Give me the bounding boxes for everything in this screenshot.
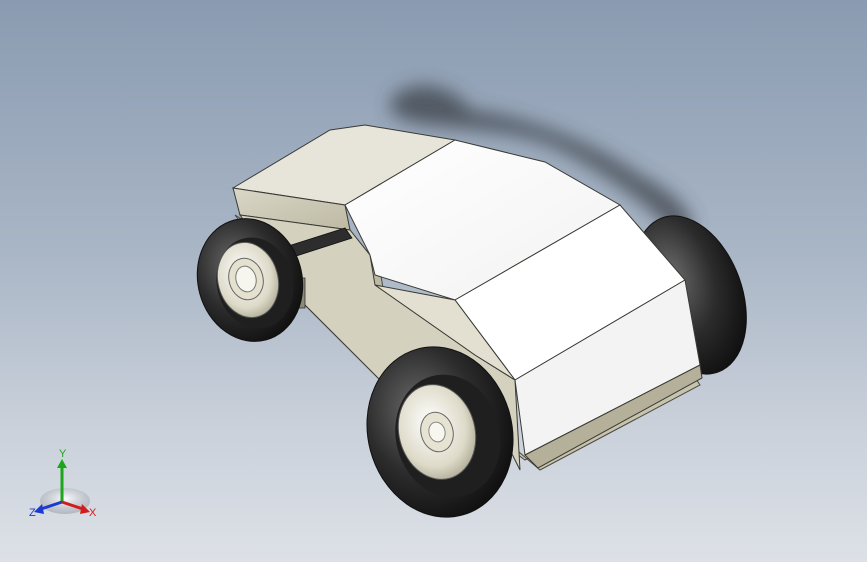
- z-axis-label: Z: [29, 507, 36, 519]
- view-orientation-triad[interactable]: Y X Z: [20, 444, 110, 524]
- y-axis-label: Y: [59, 448, 67, 460]
- y-axis-arrow-icon: [57, 459, 67, 468]
- x-axis-label: X: [89, 507, 97, 519]
- graphics-viewport[interactable]: Y X Z: [0, 0, 867, 562]
- car-model-3d[interactable]: [0, 0, 867, 562]
